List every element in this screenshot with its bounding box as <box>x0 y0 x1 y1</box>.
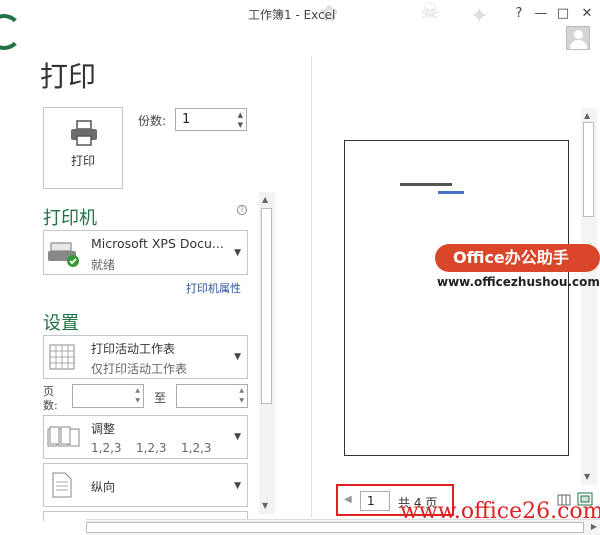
orientation-label: 纵向 <box>91 480 116 494</box>
print-button[interactable]: 打印 <box>43 107 123 189</box>
watermark-url: www.officezhushou.com <box>437 275 600 289</box>
chevron-down-icon: ▼ <box>234 248 241 258</box>
decorative-star-icon: ✦ <box>470 4 489 29</box>
spin-down-icon[interactable]: ▼ <box>239 397 244 404</box>
printer-name: Microsoft XPS Docu... <box>91 236 224 251</box>
settings-heading: 设置 <box>43 313 79 334</box>
scroll-up-icon[interactable]: ▲ <box>262 195 268 204</box>
copies-stepper[interactable]: 1 ▲ ▼ <box>175 108 247 131</box>
preview-scrollbar[interactable]: ▲ ▼ <box>581 108 597 485</box>
printer-dropdown[interactable]: Microsoft XPS Docu... 就绪 ▼ <box>43 230 248 275</box>
chevron-down-icon: ▼ <box>234 352 241 362</box>
page-title: 打印 <box>40 60 97 93</box>
print-scope-dropdown[interactable]: 打印活动工作表 仅打印活动工作表 ▼ <box>43 335 248 379</box>
worksheet-grid-icon <box>49 344 75 370</box>
collate-icon <box>47 426 80 447</box>
printer-heading: 打印机 <box>43 208 97 229</box>
avatar-body <box>570 40 587 49</box>
title-bar: ✿ ☠ ✦ 工作簿1 - Excel ? — □ ✕ <box>0 0 600 50</box>
spin-down-icon[interactable]: ▼ <box>238 121 243 129</box>
print-preview-page <box>344 140 569 456</box>
current-page-value: 1 <box>367 494 375 508</box>
collate-dropdown[interactable]: 调整 1,2,3 1,2,3 1,2,3 ▼ <box>43 415 248 459</box>
printer-device-icon <box>48 242 79 267</box>
print-button-label: 打印 <box>70 154 95 168</box>
page-from-input[interactable]: ▲ ▼ <box>72 384 144 408</box>
print-scope-label: 打印活动工作表 <box>91 342 176 356</box>
user-avatar[interactable] <box>566 26 590 50</box>
preview-scroll-thumb[interactable] <box>583 122 594 217</box>
collate-sub-1: 1,2,3 <box>91 441 122 455</box>
preview-text-line <box>400 183 452 186</box>
print-scope-sub: 仅打印活动工作表 <box>91 362 188 376</box>
chevron-down-icon: ▼ <box>234 432 241 442</box>
horizontal-scrollbar[interactable]: ▶ <box>86 519 600 535</box>
spin-down-icon[interactable]: ▼ <box>135 397 140 404</box>
spin-up-icon[interactable]: ▲ <box>135 387 140 394</box>
scroll-down-icon[interactable]: ▼ <box>584 472 590 481</box>
decorative-skull-icon: ☠ <box>420 0 440 25</box>
previous-page-icon[interactable]: ◀ <box>344 494 352 505</box>
horizontal-scroll-thumb[interactable] <box>86 522 584 533</box>
minimize-button[interactable]: — <box>530 4 552 24</box>
settings-scrollbar[interactable]: ▲ ▼ <box>259 192 275 514</box>
scroll-up-icon[interactable]: ▲ <box>584 111 590 120</box>
collate-sub-2: 1,2,3 <box>136 441 167 455</box>
scroll-right-icon[interactable]: ▶ <box>591 522 597 531</box>
orientation-dropdown[interactable]: 纵向 ▼ <box>43 463 248 507</box>
printer-status: 就绪 <box>91 258 116 272</box>
chevron-down-icon: ▼ <box>234 481 241 491</box>
watermark-badge: Office办公助手 <box>435 244 600 272</box>
help-button[interactable]: ? <box>508 4 530 24</box>
pages-label-2: 数: <box>43 399 58 412</box>
close-button[interactable]: ✕ <box>576 4 598 24</box>
spin-up-icon[interactable]: ▲ <box>238 111 243 119</box>
window-title: 工作簿1 - Excel <box>248 8 336 22</box>
scroll-down-icon[interactable]: ▼ <box>262 501 268 510</box>
collate-label: 调整 <box>91 422 116 436</box>
collate-sub-3: 1,2,3 <box>181 441 212 455</box>
back-arrow-icon[interactable] <box>0 14 22 50</box>
restore-button[interactable]: □ <box>552 4 574 24</box>
info-icon[interactable]: i <box>237 205 247 215</box>
settings-scroll-thumb[interactable] <box>261 208 272 404</box>
copies-label: 份数: <box>138 114 167 128</box>
panel-divider <box>311 56 312 518</box>
printer-properties-link[interactable]: 打印机属性 <box>186 280 241 296</box>
avatar-head <box>574 30 583 39</box>
portrait-page-icon <box>52 472 72 498</box>
printer-icon <box>71 120 97 146</box>
spin-up-icon[interactable]: ▲ <box>239 387 244 394</box>
copies-value: 1 <box>182 112 191 127</box>
pages-to-label: 至 <box>154 391 167 405</box>
preview-text-line <box>438 191 464 194</box>
page-to-input[interactable]: ▲ ▼ <box>176 384 248 408</box>
current-page-input[interactable]: 1 <box>360 491 390 511</box>
